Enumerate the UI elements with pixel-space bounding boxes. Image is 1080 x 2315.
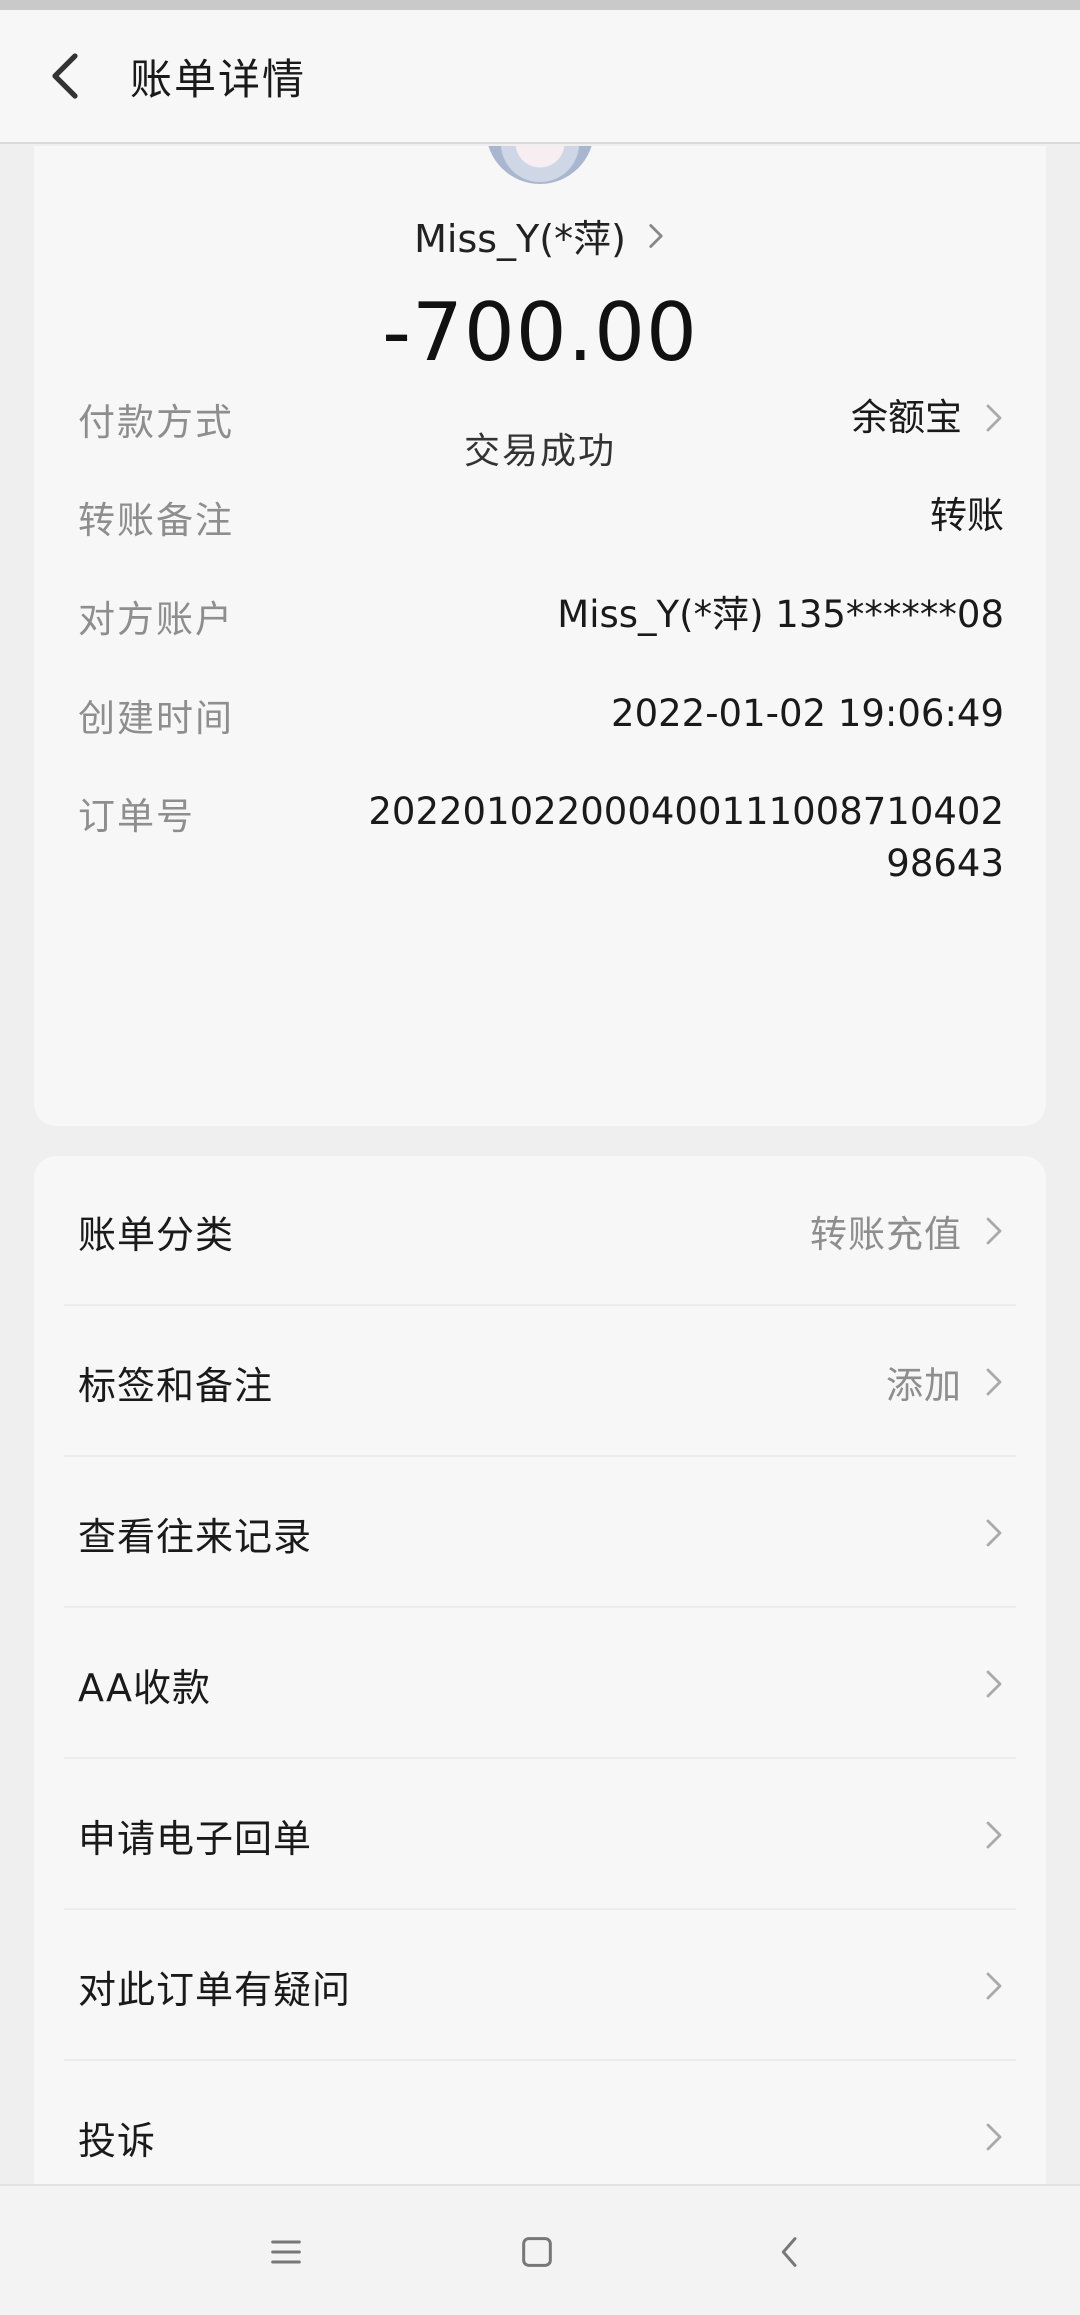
menu-item-aa-collection[interactable]: AA收款: [34, 1609, 1046, 1759]
menu-item-label: 账单分类: [78, 1212, 235, 1257]
actions-card: 账单分类 转账充值 标签和备注 添加 查看往来记录 AA收款 申请电子回单 对此…: [34, 1156, 1046, 2186]
chevron-right-icon: [986, 1821, 1002, 1849]
menu-item-label: 申请电子回单: [78, 1816, 313, 1861]
menu-item-value: 转账充值: [810, 1213, 962, 1256]
nav-menu-button[interactable]: [226, 2186, 346, 2315]
menu-item-e-receipt[interactable]: 申请电子回单: [34, 1760, 1046, 1910]
divider: [64, 1908, 1016, 1910]
nav-home-button[interactable]: [477, 2186, 597, 2315]
payee-name: Miss_Y(*萍): [414, 217, 626, 261]
divider: [64, 1606, 1016, 1608]
divider: [64, 1304, 1016, 1306]
back-button[interactable]: [0, 9, 130, 143]
divider: [64, 1455, 1016, 1457]
menu-item-label: 标签和备注: [78, 1363, 274, 1408]
detail-counterparty-account: 对方账户 Miss_Y(*萍) 135******08: [78, 589, 1004, 649]
chevron-right-icon: [986, 1519, 1002, 1547]
transaction-amount: -700.00: [382, 286, 698, 379]
menu-item-label: 投诉: [78, 2118, 157, 2163]
nav-back-button[interactable]: [730, 2186, 850, 2315]
payee-link[interactable]: Miss_Y(*萍): [34, 208, 1046, 263]
detail-value: 转账: [930, 494, 1004, 537]
chevron-right-icon: [649, 223, 663, 248]
menu-item-bill-category[interactable]: 账单分类 转账充值: [34, 1156, 1046, 1306]
menu-item-label: AA收款: [78, 1665, 212, 1710]
menu-icon: [271, 2240, 301, 2263]
home-square-icon: [522, 2236, 552, 2267]
chevron-right-icon: [986, 1217, 1002, 1245]
menu-item-label: 对此订单有疑问: [78, 1967, 352, 2012]
chevron-right-icon: [986, 404, 1002, 432]
detail-value: 2022-01-02 19:06:49: [611, 692, 1004, 735]
app-header: 账单详情: [0, 10, 1080, 144]
detail-label: 对方账户: [78, 598, 234, 641]
menu-item-transaction-history[interactable]: 查看往来记录: [34, 1458, 1046, 1608]
menu-item-tags-notes[interactable]: 标签和备注 添加: [34, 1307, 1046, 1457]
chevron-right-icon: [986, 1972, 1002, 2000]
menu-item-complaint[interactable]: 投诉: [34, 2062, 1046, 2186]
detail-created-time: 创建时间 2022-01-02 19:06:49: [78, 688, 1004, 748]
divider: [64, 2059, 1016, 2061]
menu-item-order-question[interactable]: 对此订单有疑问: [34, 1911, 1046, 2061]
avatar[interactable]: [486, 146, 594, 184]
detail-order-number: 订单号 20220102200040011100871040298643: [78, 786, 1004, 906]
divider: [64, 1757, 1016, 1759]
detail-value: 余额宝: [851, 396, 962, 439]
detail-transfer-note: 转账备注 转账: [78, 490, 1004, 550]
transaction-summary-card: Miss_Y(*萍) -700.00 交易成功 付款方式 余额宝 转账备注 转账…: [34, 146, 1046, 1126]
chevron-right-icon: [986, 1368, 1002, 1396]
menu-item-value: 添加: [886, 1364, 962, 1407]
menu-item-label: 查看往来记录: [78, 1514, 313, 1559]
page-title: 账单详情: [130, 54, 307, 104]
detail-payment-method[interactable]: 付款方式 余额宝: [78, 392, 1004, 452]
status-bar-strip: [0, 0, 1080, 10]
detail-value: Miss_Y(*萍) 135******08: [557, 593, 1004, 636]
chevron-right-icon: [986, 2123, 1002, 2151]
detail-label: 创建时间: [78, 697, 234, 740]
detail-value: 20220102200040011100871040298643: [368, 790, 1004, 885]
system-navigation-bar: [0, 2184, 1080, 2315]
detail-label: 付款方式: [78, 401, 234, 444]
detail-label: 转账备注: [78, 499, 234, 542]
chevron-right-icon: [986, 1670, 1002, 1698]
detail-label: 订单号: [78, 795, 195, 838]
chevron-left-icon: [52, 53, 78, 99]
back-triangle-icon: [781, 2236, 797, 2267]
